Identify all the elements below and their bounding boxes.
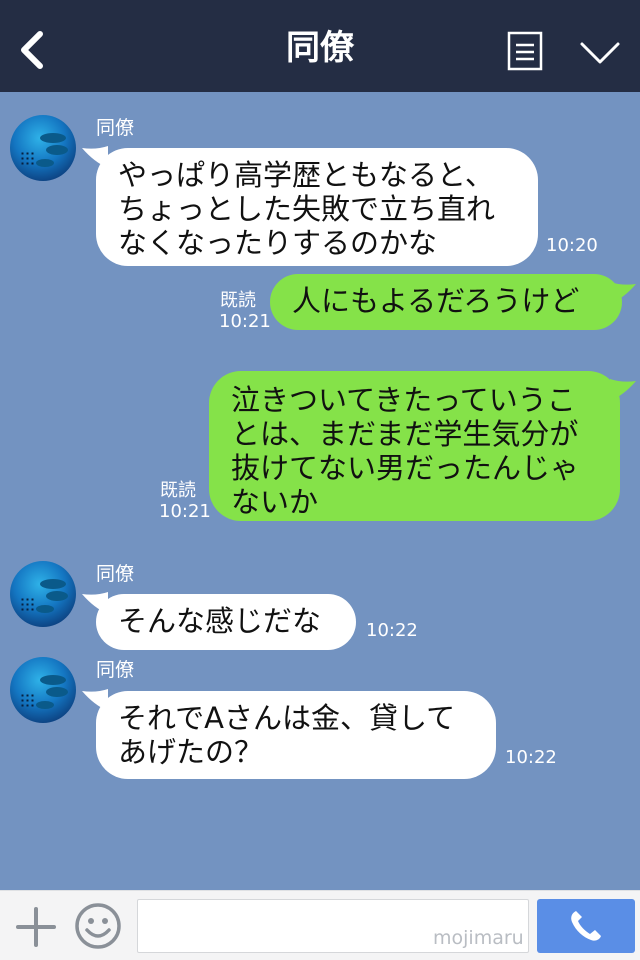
message-bubble[interactable]: やっぱり高学歴ともなると、 ちょっとした失敗で立ち直れ なくなったりするのかな [96,148,538,266]
message-line: ちょっとした失敗で立ち直れ [118,192,496,226]
read-receipt: 既読 [160,480,196,501]
call-button[interactable] [537,899,635,953]
message-bubble[interactable]: そんな感じだな [96,594,356,650]
chevron-down-icon[interactable] [578,38,622,68]
avatar[interactable] [10,115,76,181]
message-bubble[interactable]: 人にもよるだろうけど [270,274,622,330]
message-line: とは、まだまだ学生気分が [231,417,579,451]
message-line: ないか [231,485,319,519]
message-bubble[interactable]: それでAさんは金、貸して あげたの？ [96,691,496,779]
message-time: 10:20 [546,235,598,256]
message-time: 10:21 [219,311,271,332]
document-icon[interactable] [506,30,544,72]
read-receipt: 既読 [220,290,256,311]
avatar[interactable] [10,561,76,627]
sender-name: 同僚 [96,563,135,585]
smiley-icon[interactable] [74,902,122,950]
bubble-tail [610,282,636,304]
message-time: 10:22 [366,620,418,641]
message-line: 人にもよるだろうけど [292,284,580,318]
watermark: mojimaru [433,927,524,949]
message-time: 10:21 [159,501,211,522]
message-line: 抜けてない男だったんじゃ [231,451,580,485]
message-bubble[interactable]: 泣きついてきたっていうこ とは、まだまだ学生気分が 抜けてない男だったんじゃ な… [209,371,620,521]
message-line: それでAさんは金、貸して [118,701,456,735]
message-line: あげたの？ [118,735,264,769]
plus-icon[interactable] [14,905,58,949]
message-composer: mojimaru [0,890,640,960]
sender-name: 同僚 [96,659,135,681]
chat-title: 同僚 [286,28,354,68]
bubble-tail [610,379,636,401]
sender-name: 同僚 [96,117,135,139]
message-line: 泣きついてきたっていうこ [231,383,576,417]
chat-header: 同僚 [0,0,640,92]
avatar[interactable] [10,657,76,723]
phone-icon [571,911,601,941]
message-line: そんな感じだな [118,604,322,638]
message-line: なくなったりするのかな [118,226,438,260]
message-line: やっぱり高学歴ともなると、 [118,158,494,192]
message-time: 10:22 [505,747,557,768]
